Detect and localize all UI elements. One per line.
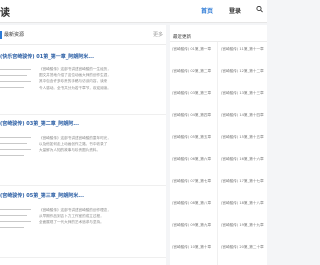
- site-title[interactable]: 读: [0, 4, 10, 19]
- sidebar-link[interactable]: (宫崎骏传) 09第_第九章: [172, 223, 216, 228]
- sidebar-link[interactable]: (宫崎骏传) 14第_第十四章: [221, 113, 265, 118]
- column-divider: [217, 42, 218, 265]
- article-summary: 《宫崎骏传》这部书讲述宫崎骏的一生经历， 图文并茂地介绍了这位动画大师的创作生涯…: [39, 67, 111, 90]
- nav-login-link[interactable]: 登录: [229, 6, 241, 15]
- sidebar-link[interactable]: (宫崎骏传) 02第_第二章: [172, 69, 216, 74]
- article-title[interactable]: (宫崎骏传) 03第_第二章_阿朗阿...: [0, 120, 79, 127]
- sidebar-link[interactable]: (宫崎骏传) 03第_第三章: [172, 91, 216, 96]
- article-item[interactable]: (宫崎骏传) 05第_第三章_阿朗阿米... 《宫崎骏传》这部书讲述宫崎骏的创作…: [0, 186, 166, 256]
- divider: [170, 41, 267, 42]
- article-summary: 《宫崎骏传》这部书讲述宫崎骏的创作理念， 从早期作品到吉卜力工作室的成立过程， …: [39, 208, 111, 225]
- sidebar-link[interactable]: (宫崎骏传) 16第_第十六章: [221, 157, 265, 162]
- nav-home-link[interactable]: 首页: [201, 6, 213, 15]
- article-summary: 《宫崎骏传》这部书讲述宫崎骏的童年时光， 以及他如何走上动画创作之路，书中收录了…: [39, 136, 111, 153]
- top-bar: 读 首页 登录: [0, 0, 267, 23]
- sidebar-link[interactable]: (宫崎骏传) 06第_第六章: [172, 157, 216, 162]
- section-header: 最新资源 更多: [0, 28, 166, 45]
- article-thumbnail[interactable]: [0, 133, 33, 163]
- sidebar-link[interactable]: (宫崎骏传) 04第_第四章: [172, 113, 216, 118]
- sidebar-link[interactable]: (宫崎骏传) 15第_第十五章: [221, 135, 265, 140]
- sidebar-link[interactable]: (宫崎骏传) 10第_第十章: [172, 245, 216, 250]
- main-content: 最新资源 更多 (快乐宫崎骏传) 01第_第一章_阿朗阿米... 《宫崎骏传》这…: [0, 25, 166, 265]
- search-icon[interactable]: [256, 5, 263, 13]
- more-link[interactable]: 更多: [153, 31, 163, 38]
- sidebar-link[interactable]: (宫崎骏传) 19第_第十九章: [221, 223, 265, 228]
- sidebar-link[interactable]: (宫崎骏传) 11第_第十一章: [221, 47, 265, 52]
- section-title: 最新资源: [4, 32, 25, 38]
- article-thumbnail[interactable]: [0, 205, 33, 235]
- sidebar-link[interactable]: (宫崎骏传) 07第_第七章: [172, 179, 216, 184]
- sidebar-link[interactable]: (宫崎骏传) 13第_第十三章: [221, 91, 265, 96]
- sidebar-link[interactable]: (宫崎骏传) 08第_第八章: [172, 201, 216, 206]
- article-item[interactable]: (宫崎骏传) 03第_第二章_阿朗阿... 《宫崎骏传》这部书讲述宫崎骏的童年时…: [0, 115, 166, 185]
- sidebar-link[interactable]: (宫崎骏传) 17第_第十七章: [221, 179, 265, 184]
- article-thumbnail[interactable]: [0, 65, 33, 95]
- sidebar-link[interactable]: (宫崎骏传) 18第_第十八章: [221, 201, 265, 206]
- sidebar-title: 最近更新: [173, 35, 191, 40]
- sidebar-link[interactable]: (宫崎骏传) 01第_第一章: [172, 47, 216, 52]
- article-item[interactable]: (快乐宫崎骏传) 01第_第一章_阿朗阿米... 《宫崎骏传》这部书讲述宫崎骏的…: [0, 47, 166, 113]
- divider: [0, 257, 166, 258]
- sidebar-link[interactable]: (宫崎骏传) 12第_第十二章: [221, 69, 265, 74]
- sidebar-link[interactable]: (宫崎骏传) 05第_第五章: [172, 135, 216, 140]
- sidebar-link[interactable]: (宫崎骏传) 20第_第二十章: [221, 245, 265, 250]
- section-accent-bar: [0, 31, 2, 39]
- article-title[interactable]: (快乐宫崎骏传) 01第_第一章_阿朗阿米...: [0, 53, 94, 60]
- sidebar: 最近更新 (宫崎骏传) 01第_第一章 (宫崎骏传) 02第_第二章 (宫崎骏传…: [170, 25, 267, 265]
- article-title[interactable]: (宫崎骏传) 05第_第三章_阿朗阿米...: [0, 192, 84, 199]
